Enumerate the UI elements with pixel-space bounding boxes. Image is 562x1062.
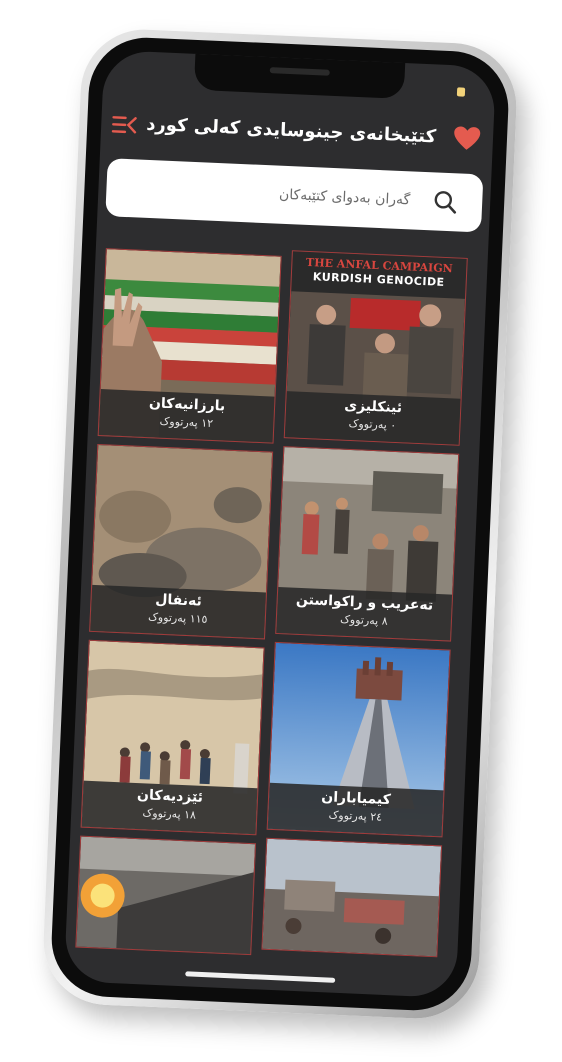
category-card-partial-left[interactable] [75, 835, 257, 956]
home-indicator[interactable] [185, 971, 336, 983]
app-screen: کتێبخانەی جینوسایدی کەلی کورد گەران بەدو… [63, 49, 497, 999]
category-card-english[interactable]: THE ANFAL CAMPAIGN KURDISH GENOCIDE ئینک… [283, 250, 468, 446]
category-card-barzani[interactable]: بارزانیەکان ١٢ پەرتووک [97, 248, 282, 444]
category-caption: ئەنفال ١١٥ پەرتووک [90, 584, 267, 639]
category-caption: بارزانیەکان ١٢ پەرتووک [98, 389, 275, 443]
category-grid: بارزانیەکان ١٢ پەرتووک THE ANFAL CAMPAIG… [75, 248, 478, 958]
category-image [76, 836, 256, 955]
category-card-anfal[interactable]: ئەنفال ١١٥ پەرتووک [89, 443, 274, 640]
notch [193, 53, 406, 99]
app-header: کتێبخانەی جینوسایدی کەلی کورد [100, 104, 494, 165]
category-card-yazidis[interactable]: ئێزدیەکان ١٨ پەرتووک [80, 639, 265, 836]
category-image [262, 838, 442, 957]
category-caption: تەعریب و راکواستن ٨ پەرتووک [276, 586, 453, 641]
speaker [269, 67, 330, 76]
search-bar[interactable] [105, 158, 484, 233]
page-title: کتێبخانەی جینوسایدی کەلی کورد [145, 113, 437, 148]
search-input[interactable] [125, 172, 413, 216]
category-caption: ئێزدیەکان ١٨ پەرتووک [81, 780, 258, 835]
menu-arrow-icon[interactable] [111, 114, 138, 135]
status-indicator [456, 87, 466, 97]
category-caption: کیمیاباران ٢٤ پەرتووک [267, 782, 444, 837]
category-card-chemical[interactable]: کیمیاباران ٢٤ پەرتووک [266, 641, 451, 838]
category-card-partial-right[interactable] [261, 837, 443, 958]
phone-frame: کتێبخانەی جینوسایدی کەلی کورد گەران بەدو… [40, 26, 520, 1022]
search-icon[interactable] [432, 188, 459, 215]
heart-icon[interactable] [452, 125, 481, 152]
category-card-arabization[interactable]: تەعریب و راکواستن ٨ پەرتووک [275, 446, 460, 642]
phone-bezel: کتێبخانەی جینوسایدی کەلی کورد گەران بەدو… [49, 35, 511, 1013]
category-caption: ئینکلیزی ٠ پەرتووک [284, 391, 461, 445]
